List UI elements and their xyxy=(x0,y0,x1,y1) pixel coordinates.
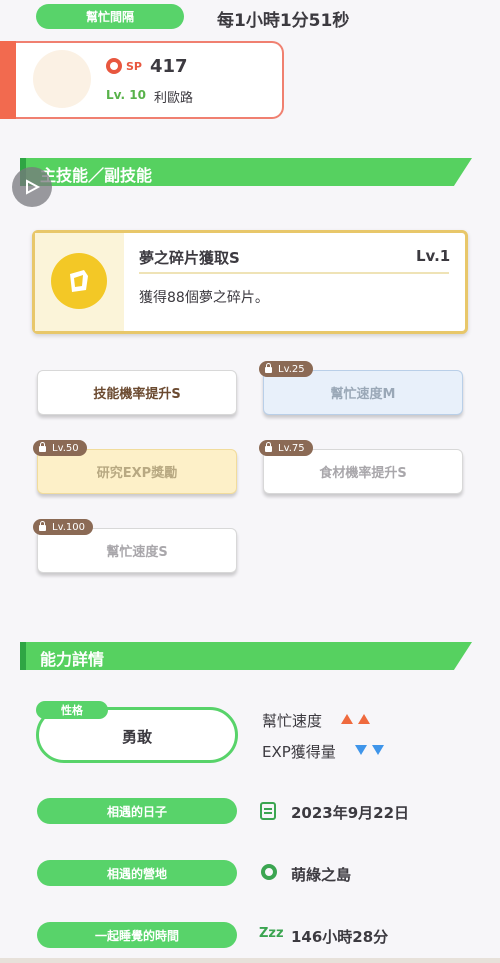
bottom-edge xyxy=(0,958,500,963)
skills-section-title: 主技能／副技能 xyxy=(40,166,153,185)
unlock-level-text: Lv.25 xyxy=(278,363,305,375)
stat-down-label: EXP獲得量 xyxy=(262,743,336,761)
met-day-label: 相遇的日子 xyxy=(37,798,237,824)
main-skill-description: 獲得88個夢之碎片。 xyxy=(139,290,269,306)
stat-down: EXP獲得量 xyxy=(262,741,336,762)
ability-section-header: 能力詳情 xyxy=(20,642,472,670)
sp-value: 417 xyxy=(150,56,188,77)
pokemon-avatar xyxy=(33,50,91,108)
nature-label: 性格 xyxy=(36,701,108,719)
up-arrow-icon xyxy=(341,714,353,724)
pokemon-level: Lv. 10 xyxy=(106,88,146,102)
unlock-level-tag: Lv.25 xyxy=(259,361,313,377)
help-interval-label: 幫忙間隔 xyxy=(36,4,184,29)
met-day-value: 2023年9月22日 xyxy=(291,804,410,822)
sleep-time-label: 一起睡覺的時間 xyxy=(37,922,237,948)
nature-name: 勇敢 xyxy=(121,728,152,746)
met-place-value: 萌綠之島 xyxy=(291,866,352,884)
unlock-level-tag: Lv.100 xyxy=(33,519,93,535)
card-stripe xyxy=(0,41,16,119)
main-skill-name: 夢之碎片獲取S xyxy=(139,249,240,267)
down-arrow-icon xyxy=(372,745,384,755)
unlock-level-tag: Lv.50 xyxy=(33,440,87,456)
pokeball-sp-icon xyxy=(106,58,122,74)
calendar-icon xyxy=(260,802,276,820)
lock-icon xyxy=(265,442,272,452)
dream-shard-icon xyxy=(51,253,107,309)
sleep-zzz-icon: Zzz xyxy=(259,926,284,941)
section-notch xyxy=(20,642,26,670)
main-skill-level: Lv.1 xyxy=(416,247,451,265)
down-arrow-icon xyxy=(355,745,367,755)
help-interval-value: 每1小時1分51秒 xyxy=(217,11,350,31)
skills-section-header: 主技能／副技能 xyxy=(20,158,472,186)
up-arrow-icon xyxy=(358,714,370,724)
sub-skill-1[interactable]: 技能機率提升S xyxy=(37,370,237,415)
stat-up: 幫忙速度 xyxy=(262,710,322,731)
unlock-level-tag: Lv.75 xyxy=(259,440,313,456)
ability-section-title: 能力詳情 xyxy=(40,650,105,669)
lock-icon xyxy=(39,442,46,452)
met-place-label: 相遇的營地 xyxy=(37,860,237,886)
sp-label: SP xyxy=(126,60,142,73)
play-icon[interactable] xyxy=(12,167,52,207)
stat-up-label: 幫忙速度 xyxy=(262,712,323,730)
unlock-level-text: Lv.50 xyxy=(52,442,79,454)
unlock-level-text: Lv.100 xyxy=(52,521,85,533)
main-skill-divider xyxy=(139,272,449,274)
lock-icon xyxy=(265,363,272,373)
pokemon-name: 利歐路 xyxy=(154,91,194,106)
sleep-time-value: 146小時28分 xyxy=(291,928,389,946)
unlock-level-text: Lv.75 xyxy=(278,442,305,454)
location-pin-icon xyxy=(261,864,277,880)
lock-icon xyxy=(39,521,46,531)
